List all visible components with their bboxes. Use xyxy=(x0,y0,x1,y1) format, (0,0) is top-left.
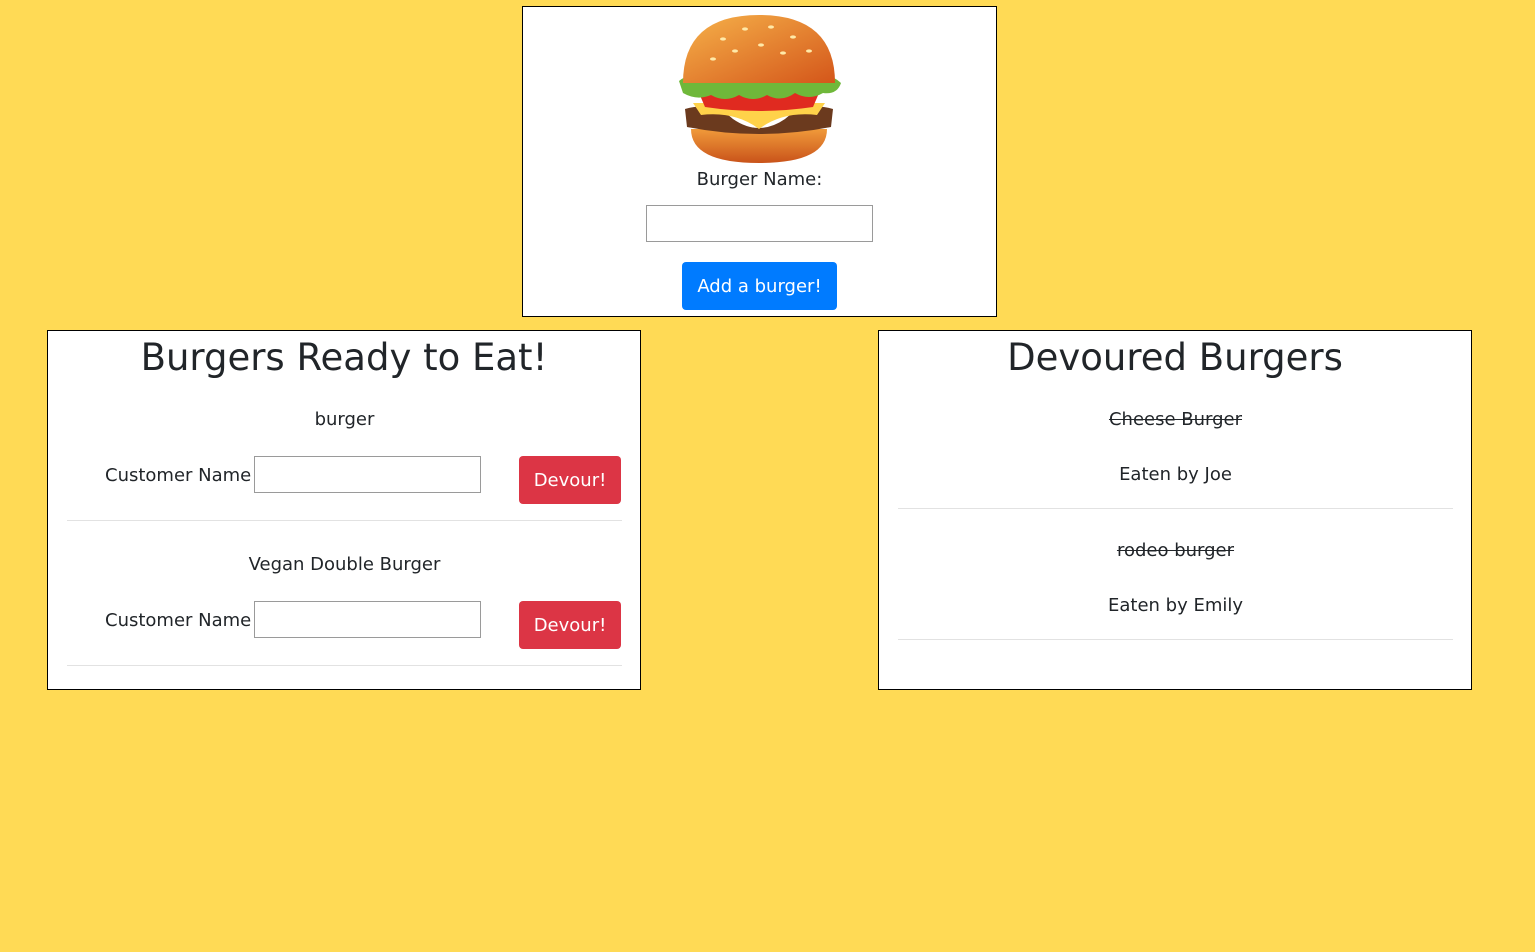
customer-name-input[interactable] xyxy=(254,601,481,638)
devoured-panel: Devoured Burgers Cheese Burger Eaten by … xyxy=(878,330,1472,690)
eaten-by-text: Eaten by Emily xyxy=(1107,595,1244,616)
customer-name-input[interactable] xyxy=(254,456,481,493)
add-burger-panel: Burger Name: Add a burger! xyxy=(522,6,997,317)
devour-button[interactable]: Devour! xyxy=(519,601,621,649)
burger-name-input[interactable] xyxy=(646,205,873,242)
devoured-burger-name: Cheese Burger xyxy=(1108,409,1243,430)
ready-burger-item: burger Customer Name Devour! xyxy=(67,409,622,554)
ready-to-eat-panel: Burgers Ready to Eat! burger Customer Na… xyxy=(47,330,641,690)
item-divider xyxy=(898,508,1453,509)
customer-name-label: Customer Name xyxy=(105,465,252,486)
devour-button[interactable]: Devour! xyxy=(519,456,621,504)
burger-name: Vegan Double Burger xyxy=(248,554,441,575)
eaten-by-text: Eaten by Joe xyxy=(1119,464,1232,485)
customer-name-label: Customer Name xyxy=(105,610,252,631)
burger-name-label: Burger Name: xyxy=(696,169,823,190)
hamburger-icon xyxy=(679,15,841,163)
devoured-title: Devoured Burgers xyxy=(1007,336,1343,379)
devoured-burger-item: rodeo burger Eaten by Emily xyxy=(898,540,1453,671)
devoured-burger-name: rodeo burger xyxy=(1116,540,1235,561)
ready-burger-item: Vegan Double Burger Customer Name Devour… xyxy=(67,554,622,699)
devoured-burger-item: Cheese Burger Eaten by Joe xyxy=(898,409,1453,540)
add-burger-button[interactable]: Add a burger! xyxy=(682,262,837,310)
burger-name: burger xyxy=(314,409,375,430)
ready-title: Burgers Ready to Eat! xyxy=(140,336,548,379)
item-divider xyxy=(67,665,622,666)
item-divider xyxy=(67,520,622,521)
item-divider xyxy=(898,639,1453,640)
